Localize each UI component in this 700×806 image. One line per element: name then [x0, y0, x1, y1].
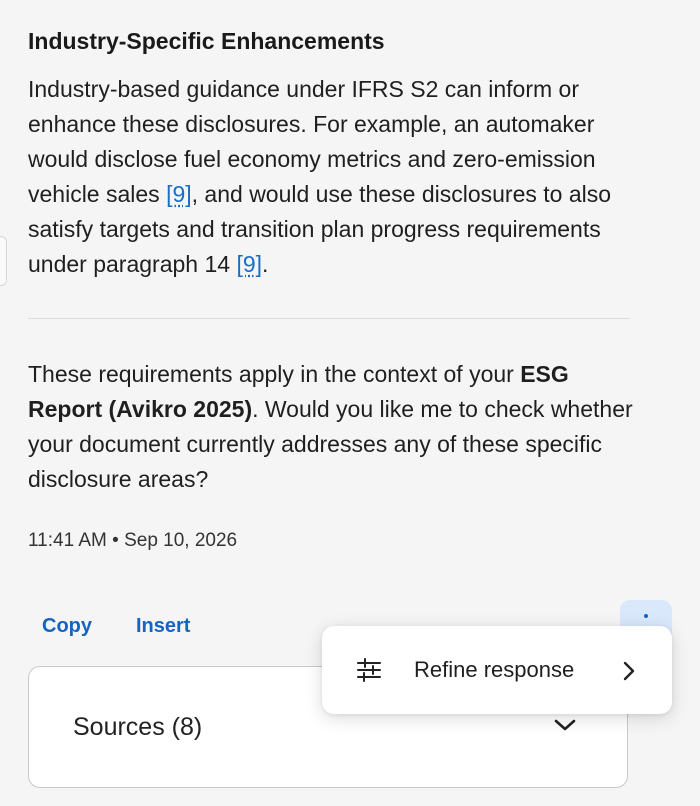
followup-text: These requirements apply in the context … — [28, 361, 521, 387]
section-heading: Industry-Specific Enhancements — [28, 28, 385, 54]
citation-link[interactable]: [9] — [166, 181, 192, 207]
industry-guidance-paragraph: Industry-based guidance under IFRS S2 ca… — [28, 72, 636, 282]
sources-label: Sources (8) — [73, 713, 203, 741]
refine-response-menu-item[interactable]: Refine response — [414, 655, 574, 685]
copy-button[interactable]: Copy — [42, 612, 92, 640]
chevron-right-icon — [623, 661, 635, 681]
insert-button[interactable]: Insert — [136, 612, 190, 640]
message-timestamp: 11:41 AM • Sep 10, 2026 — [28, 530, 238, 551]
sliders-icon — [357, 658, 381, 682]
followup-paragraph: These requirements apply in the context … — [28, 357, 636, 497]
section-divider — [28, 318, 630, 319]
chevron-down-icon — [554, 719, 576, 731]
panel-edge-handle[interactable] — [0, 236, 7, 286]
more-options-menu: Refine response — [322, 626, 672, 714]
citation-link[interactable]: [9] — [236, 251, 262, 277]
more-vert-icon — [644, 614, 648, 618]
paragraph-text: . — [262, 251, 269, 277]
chat-response-panel: Industry-Specific Enhancements Industry-… — [0, 0, 700, 806]
